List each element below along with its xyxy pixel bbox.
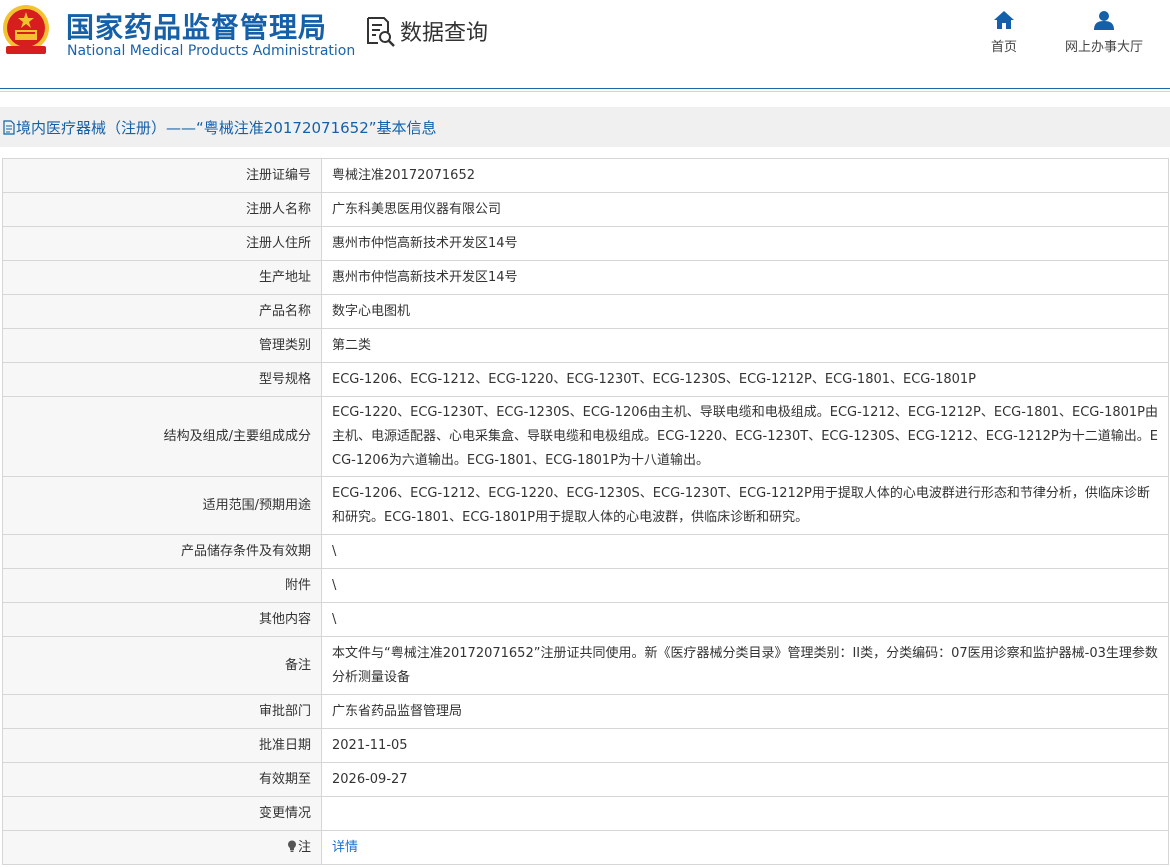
nav-online-hall-label: 网上办事大厅 xyxy=(1064,40,1143,55)
row-value xyxy=(321,796,1169,831)
row-value: 惠州市仲恺高新技术开发区14号 xyxy=(321,260,1169,295)
row-label: 审批部门 xyxy=(2,694,322,729)
table-row: 批准日期 2021-11-05 xyxy=(2,728,1169,763)
row-label: 备注 xyxy=(2,636,322,695)
note-label-cell: 注 xyxy=(2,830,322,865)
note-label: 注 xyxy=(297,839,311,855)
data-query-title: 数据查询 xyxy=(364,15,488,47)
table-row: 产品名称 数字心电图机 xyxy=(2,294,1169,329)
row-value: 2021-11-05 xyxy=(321,728,1169,763)
row-label: 注册人名称 xyxy=(2,192,322,227)
site-title-en: National Medical Products Administration xyxy=(67,43,356,59)
row-label: 注册人住所 xyxy=(2,226,322,261)
row-value: 惠州市仲恺高新技术开发区14号 xyxy=(321,226,1169,261)
row-value: \ xyxy=(321,568,1169,603)
row-label: 产品储存条件及有效期 xyxy=(2,534,322,569)
page-heading-text: 境内医疗器械（注册）——“粤械注准20172071652”基本信息 xyxy=(16,118,437,137)
row-value: 本文件与“粤械注准20172071652”注册证共同使用。新《医疗器械分类目录》… xyxy=(321,636,1169,695)
document-icon xyxy=(3,119,15,135)
registration-info-table: 注册证编号 粤械注准20172071652 注册人名称 广东科美思医用仪器有限公… xyxy=(2,158,1169,865)
table-row: 产品储存条件及有效期 \ xyxy=(2,534,1169,569)
details-link[interactable]: 详情 xyxy=(332,840,358,855)
row-value: ECG-1206、ECG-1212、ECG-1220、ECG-1230T、ECG… xyxy=(321,362,1169,397)
row-label: 附件 xyxy=(2,568,322,603)
row-value: 广东科美思医用仪器有限公司 xyxy=(321,192,1169,227)
row-value: \ xyxy=(321,602,1169,637)
table-row: 其他内容 \ xyxy=(2,602,1169,637)
row-label: 其他内容 xyxy=(2,602,322,637)
row-value: ECG-1220、ECG-1230T、ECG-1230S、ECG-1206由主机… xyxy=(321,396,1169,477)
row-label: 结构及组成/主要组成成分 xyxy=(2,396,322,477)
lightbulb-icon xyxy=(287,840,296,852)
row-label: 产品名称 xyxy=(2,294,322,329)
table-row: 变更情况 xyxy=(2,796,1169,831)
table-row: 备注 本文件与“粤械注准20172071652”注册证共同使用。新《医疗器械分类… xyxy=(2,636,1169,695)
row-label: 型号规格 xyxy=(2,362,322,397)
nav-home-label: 首页 xyxy=(990,40,1017,55)
row-value: 广东省药品监督管理局 xyxy=(321,694,1169,729)
table-row: 附件 \ xyxy=(2,568,1169,603)
table-row: 审批部门 广东省药品监督管理局 xyxy=(2,694,1169,729)
page-heading: 境内医疗器械（注册）——“粤械注准20172071652”基本信息 xyxy=(0,107,1170,147)
table-row: 注册证编号 粤械注准20172071652 xyxy=(2,158,1169,193)
nav-online-hall[interactable]: 网上办事大厅 xyxy=(1054,10,1154,55)
row-value: \ xyxy=(321,534,1169,569)
row-label: 变更情况 xyxy=(2,796,322,831)
row-value: ECG-1206、ECG-1212、ECG-1220、ECG-1230S、ECG… xyxy=(321,476,1169,535)
table-row: 结构及组成/主要组成成分 ECG-1220、ECG-1230T、ECG-1230… xyxy=(2,396,1169,477)
data-query-label: 数据查询 xyxy=(400,21,489,46)
nav-home[interactable]: 首页 xyxy=(954,10,1054,55)
row-value: 数字心电图机 xyxy=(321,294,1169,329)
row-label: 注册证编号 xyxy=(2,158,322,193)
row-value: 粤械注准20172071652 xyxy=(321,158,1169,193)
note-value-cell: 详情 xyxy=(321,830,1169,865)
site-header: 国家药品监督管理局 National Medical Products Admi… xyxy=(0,0,1170,92)
user-icon xyxy=(1094,11,1114,30)
table-row: 型号规格 ECG-1206、ECG-1212、ECG-1220、ECG-1230… xyxy=(2,362,1169,397)
table-row: 注册人住所 惠州市仲恺高新技术开发区14号 xyxy=(2,226,1169,261)
site-title-cn: 国家药品监督管理局 xyxy=(66,11,328,44)
row-label: 批准日期 xyxy=(2,728,322,763)
data-query-icon xyxy=(367,17,395,47)
row-label: 生产地址 xyxy=(2,260,322,295)
row-label: 适用范围/预期用途 xyxy=(2,476,322,535)
home-icon xyxy=(994,11,1014,29)
row-label: 管理类别 xyxy=(2,328,322,363)
table-row: 注册人名称 广东科美思医用仪器有限公司 xyxy=(2,192,1169,227)
row-label: 有效期至 xyxy=(2,762,322,797)
row-value: 第二类 xyxy=(321,328,1169,363)
row-value: 2026-09-27 xyxy=(321,762,1169,797)
table-row: 管理类别 第二类 xyxy=(2,328,1169,363)
national-emblem-icon xyxy=(3,5,49,54)
table-row: 生产地址 惠州市仲恺高新技术开发区14号 xyxy=(2,260,1169,295)
table-row: 适用范围/预期用途 ECG-1206、ECG-1212、ECG-1220、ECG… xyxy=(2,476,1169,535)
table-row-note: 注 详情 xyxy=(2,830,1169,865)
table-row: 有效期至 2026-09-27 xyxy=(2,762,1169,797)
